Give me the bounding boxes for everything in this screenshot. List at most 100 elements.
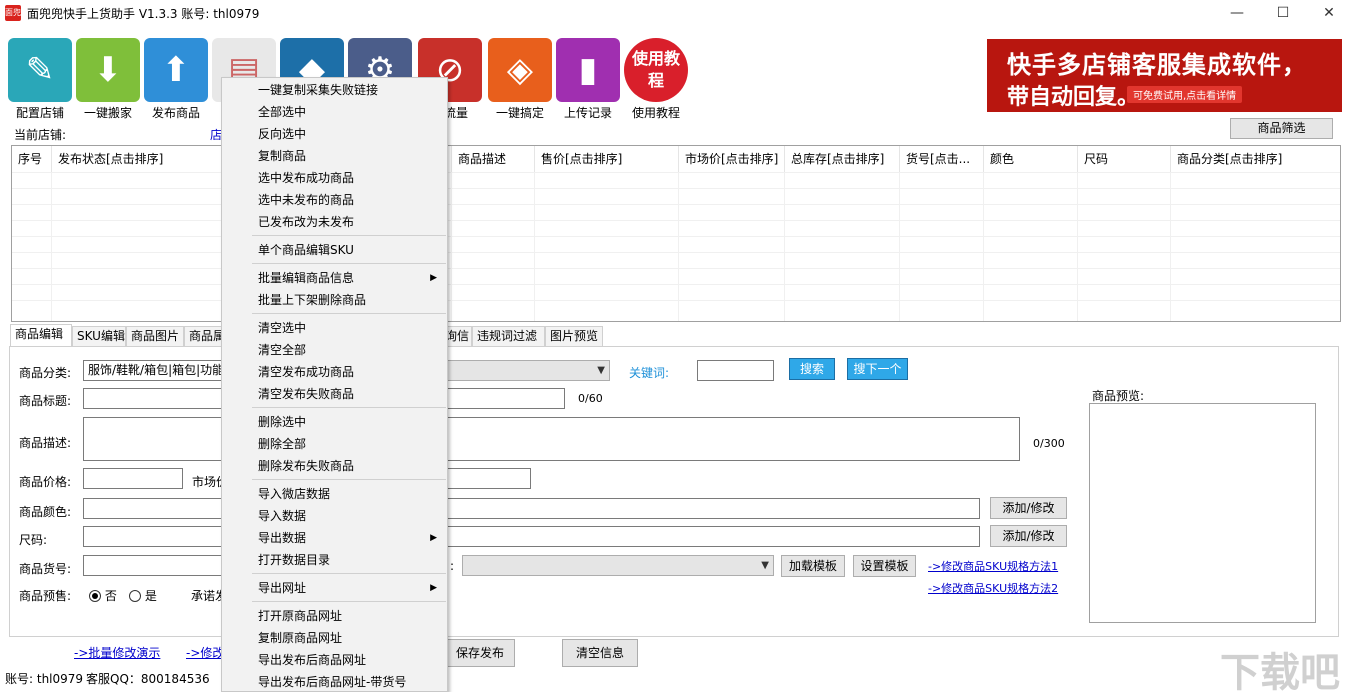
color-input-continued[interactable]	[447, 498, 980, 519]
context-menu-item[interactable]: 导入数据	[222, 505, 447, 527]
search-next-button[interactable]: 搜下一个	[847, 358, 908, 380]
grid-column-header[interactable]: 货号[点击...	[900, 146, 984, 172]
grid-column-header[interactable]: 总库存[点击排序]	[785, 146, 900, 172]
context-menu-item[interactable]: 导出数据 ▶	[222, 527, 447, 549]
banner-ad[interactable]: 快手多店铺客服集成软件， 带自动回复。 可免费试用,点击看详情	[987, 39, 1342, 112]
context-menu-item[interactable]: 一键复制采集失败链接	[222, 79, 447, 101]
radio-icon[interactable]	[129, 590, 141, 602]
size-input[interactable]	[83, 526, 223, 547]
presale-no-radio[interactable]: 否	[89, 587, 117, 604]
menu-item-label: 清空全部	[258, 343, 307, 357]
size-input-continued[interactable]	[447, 526, 980, 547]
context-menu-item[interactable]: 打开数据目录	[222, 549, 447, 571]
tab-6[interactable]: 图片预览	[545, 326, 603, 347]
context-menu-item[interactable]: 清空发布失败商品	[222, 383, 447, 405]
upload-icon: ⬆	[144, 38, 208, 102]
subcategory-select[interactable]: ▼	[447, 360, 610, 381]
color-input[interactable]	[83, 498, 223, 519]
sku-method2-link[interactable]: ->修改商品SKU规格方法2	[928, 580, 1058, 596]
context-menu-item[interactable]: 删除发布失败商品	[222, 455, 447, 477]
context-menu-item[interactable]: 打开原商品网址	[222, 605, 447, 627]
context-menu-item[interactable]: 导出发布后商品网址-带货号	[222, 671, 447, 692]
toolbar-button-9[interactable]: 使用教程 使用教程	[624, 38, 688, 120]
context-menu-item[interactable]: 选中发布成功商品	[222, 167, 447, 189]
banner-cta[interactable]: 可免费试用,点击看详情	[1127, 86, 1243, 103]
product-filter-button[interactable]: 商品筛选	[1230, 118, 1333, 139]
table-row[interactable]	[12, 268, 1340, 269]
context-menu-item[interactable]: 已发布改为未发布	[222, 211, 447, 233]
context-menu-item[interactable]: 删除全部	[222, 433, 447, 455]
title-label: 商品标题:	[19, 394, 72, 408]
context-menu-item[interactable]: 反向选中	[222, 123, 447, 145]
title-input[interactable]	[83, 388, 223, 409]
table-row[interactable]	[12, 220, 1340, 221]
description-input-continued[interactable]	[447, 417, 1020, 461]
load-template-button[interactable]: 加载模板	[781, 555, 845, 577]
context-menu-item[interactable]: 批量上下架删除商品	[222, 289, 447, 311]
tab-1[interactable]: SKU编辑	[72, 326, 126, 347]
toolbar-button-8[interactable]: ▮ 上传记录	[556, 38, 620, 120]
grid-column-header[interactable]: 市场价[点击排序]	[679, 146, 785, 172]
context-menu-item[interactable]: 导入微店数据	[222, 483, 447, 505]
table-row[interactable]	[12, 300, 1340, 301]
context-menu-item[interactable]: 全部选中	[222, 101, 447, 123]
menu-separator	[252, 235, 446, 236]
presale-yes-radio[interactable]: 是	[129, 587, 157, 604]
title-input-continued[interactable]	[447, 388, 565, 409]
sku-input[interactable]	[83, 555, 223, 576]
context-menu-item[interactable]: 选中未发布的商品	[222, 189, 447, 211]
toolbar-button-2[interactable]: ⬆ 发布商品	[144, 38, 208, 120]
close-button[interactable]: ✕	[1306, 0, 1352, 26]
add-edit-size-button[interactable]: 添加/修改	[990, 525, 1067, 547]
product-grid[interactable]: 序号 发布状态[点击排序] 商品描述 售价[点击排序] 市场价[点击排序] 总库存[点击排…	[11, 145, 1341, 322]
tab-3[interactable]: 商品属	[184, 326, 225, 347]
market-price-input[interactable]	[447, 468, 531, 489]
tab-0[interactable]: 商品编辑	[10, 324, 72, 347]
context-menu-item[interactable]: 删除选中	[222, 411, 447, 433]
sku-method1-link[interactable]: ->修改商品SKU规格方法1	[928, 558, 1058, 574]
add-edit-color-button[interactable]: 添加/修改	[990, 497, 1067, 519]
radio-checked-icon[interactable]	[89, 590, 101, 602]
grid-column-header[interactable]: 商品分类[点击排序]	[1171, 146, 1340, 172]
set-template-button[interactable]: 设置模板	[853, 555, 916, 577]
context-menu-item[interactable]: 复制原商品网址	[222, 627, 447, 649]
context-menu-item[interactable]: 清空发布成功商品	[222, 361, 447, 383]
grid-column-header[interactable]: 发布状态[点击排序]	[52, 146, 222, 172]
keyword-input[interactable]	[697, 360, 774, 381]
maximize-button[interactable]: ☐	[1260, 0, 1306, 26]
description-input[interactable]	[83, 417, 223, 461]
context-menu-item[interactable]: 单个商品编辑SKU	[222, 239, 447, 261]
grid-column-header[interactable]: 商品描述	[452, 146, 535, 172]
grid-column-header[interactable]: 颜色	[984, 146, 1078, 172]
context-menu-item[interactable]: 批量编辑商品信息 ▶	[222, 267, 447, 289]
minimize-button[interactable]: —	[1214, 0, 1260, 26]
context-menu-item[interactable]: 导出网址 ▶	[222, 577, 447, 599]
context-menu-item[interactable]: 复制商品	[222, 145, 447, 167]
toolbar-button-7[interactable]: ◈ 一键搞定	[488, 38, 552, 120]
table-row[interactable]	[12, 252, 1340, 253]
table-row[interactable]	[12, 188, 1340, 189]
category-select[interactable]: 服饰/鞋靴/箱包|箱包|功能	[83, 360, 223, 381]
context-menu-item[interactable]: 清空选中	[222, 317, 447, 339]
context-menu[interactable]: 一键复制采集失败链接 全部选中 反向选中 复制商品 选中发布成功商品 选中未发布的商品 已发…	[221, 77, 448, 692]
grid-column-header[interactable]: 售价[点击排序]	[535, 146, 679, 172]
context-menu-item[interactable]: 导出发布后商品网址	[222, 649, 447, 671]
template-select[interactable]: ▼	[462, 555, 774, 576]
search-button[interactable]: 搜索	[789, 358, 835, 380]
price-input[interactable]	[83, 468, 183, 489]
toolbar-button-0[interactable]: ✎ 配置店铺	[8, 38, 72, 120]
grid-column-header[interactable]: 尺码	[1078, 146, 1171, 172]
context-menu-item[interactable]: 清空全部	[222, 339, 447, 361]
tab-5[interactable]: 违规词过滤	[472, 326, 545, 347]
table-row[interactable]	[12, 204, 1340, 205]
batch-demo-link[interactable]: ->批量修改演示	[74, 644, 160, 661]
toolbar-button-1[interactable]: ⬇ 一键搬家	[76, 38, 140, 120]
grid-column-header[interactable]: 序号	[12, 146, 52, 172]
table-row[interactable]	[12, 284, 1340, 285]
table-row[interactable]	[12, 236, 1340, 237]
modify-link[interactable]: ->修改	[186, 644, 224, 661]
table-row[interactable]	[12, 172, 1340, 173]
tab-2[interactable]: 商品图片	[126, 326, 184, 347]
clear-info-button[interactable]: 清空信息	[562, 639, 638, 667]
save-publish-button[interactable]: 保存发布	[445, 639, 515, 667]
